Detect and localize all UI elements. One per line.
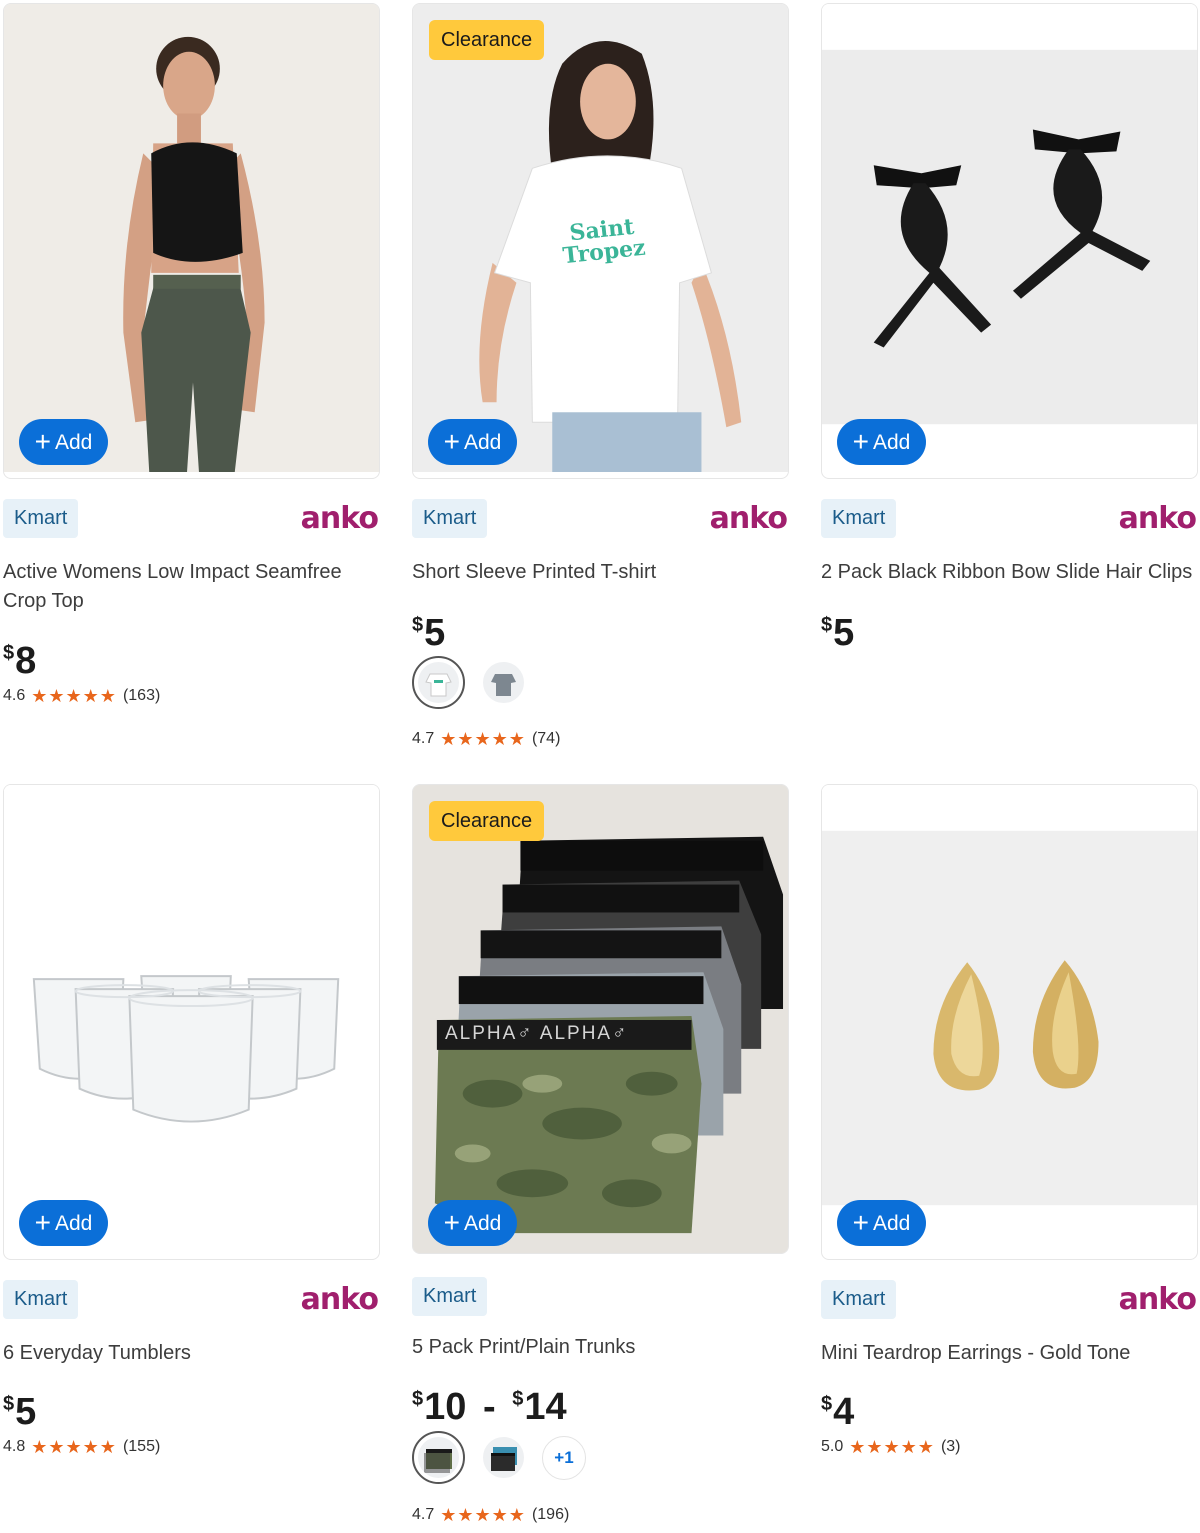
star-rating-icon: ★★★★★ [440,729,526,749]
product-title[interactable]: 5 Pack Print/Plain Trunks [412,1333,789,1362]
product-meta-row: Kmart [412,1277,789,1317]
brand-logo[interactable]: anko [1119,499,1197,539]
product-rating: 4.7 ★★★★★ (74) [412,729,561,749]
store-tag: Kmart [821,499,897,538]
product-rating: 4.6 ★★★★★ (163) [3,686,161,706]
brand-logo[interactable]: anko [301,1280,379,1320]
color-swatches: +1 [412,1430,586,1485]
product-image-container[interactable]: ALPHA♂ ALPHA♂ Clearance + Add [412,784,789,1254]
store-tag: Kmart [821,1280,897,1319]
brand-logo[interactable]: anko [1119,1280,1197,1320]
store-tag: Kmart [3,1280,79,1319]
glass-tumblers-image [4,785,379,1253]
product-image-container[interactable]: Saint Tropez Clearance + Add [412,3,789,479]
product-rating: 4.7 ★★★★★ (196) [412,1505,570,1525]
color-swatches [412,655,530,710]
plus-icon: + [34,426,51,457]
product-image-container[interactable]: + Add [3,784,380,1260]
plus-icon: + [852,1207,869,1238]
product-price: $4 [821,1391,855,1433]
product-card[interactable]: + Add Kmart anko Mini Teardrop Earrings -… [821,784,1198,1474]
plus-icon: + [34,1207,51,1238]
product-card[interactable]: + Add Kmart anko 2 Pack Black Ribbon Bow … [821,3,1198,663]
product-rating: 5.0 ★★★★★ (3) [821,1437,961,1457]
product-meta-row: Kmart anko [3,499,380,539]
add-to-cart-button[interactable]: + Add [837,1200,926,1246]
star-rating-icon: ★★★★★ [440,1505,526,1525]
star-rating-icon: ★★★★★ [849,1437,935,1457]
product-image-container[interactable]: + Add [821,784,1198,1260]
plus-icon: + [852,426,869,457]
store-tag: Kmart [3,499,79,538]
add-to-cart-button[interactable]: + Add [19,1200,108,1246]
brand-logo[interactable]: anko [710,499,788,539]
product-meta-row: Kmart anko [821,1280,1198,1320]
black-ribbon-bows-image [822,4,1197,472]
product-title[interactable]: Short Sleeve Printed T-shirt [412,558,789,587]
woman-in-activewear-image [4,4,379,472]
waistband-text: ALPHA♂ ALPHA♂ [445,1023,629,1044]
swatch-grey-tshirt[interactable] [477,656,530,709]
brand-logo[interactable]: anko [301,499,379,539]
store-tag: Kmart [412,1277,488,1316]
trunks-stack-image: ALPHA♂ ALPHA♂ [413,785,788,1253]
product-image-container[interactable]: + Add [3,3,380,479]
product-price: $5 [821,612,855,654]
star-rating-icon: ★★★★★ [31,1437,117,1457]
product-meta-row: Kmart anko [3,1280,380,1320]
swatch-camo-trunks[interactable] [412,1431,465,1484]
product-rating: 4.8 ★★★★★ (155) [3,1437,161,1457]
product-price: $8 [3,640,37,682]
product-price: $5 [3,1391,37,1433]
product-card[interactable]: ALPHA♂ ALPHA♂ Clearance + Add Kmart 5 Pac… [412,784,789,1529]
add-to-cart-button[interactable]: + Add [428,1200,517,1246]
plus-icon: + [443,426,460,457]
product-card[interactable]: + Add Kmart anko 6 Everyday Tumblers $5 4… [3,784,380,1474]
product-card[interactable]: + Add Kmart anko Active Womens Low Impact… [3,3,380,723]
star-rating-icon: ★★★★★ [31,686,117,706]
product-meta-row: Kmart anko [821,499,1198,539]
add-to-cart-button[interactable]: + Add [19,419,108,465]
store-tag: Kmart [412,499,488,538]
product-title[interactable]: 2 Pack Black Ribbon Bow Slide Hair Clips [821,558,1198,587]
more-swatches-button[interactable]: +1 [542,1435,586,1480]
product-title[interactable]: 6 Everyday Tumblers [3,1339,380,1368]
product-title[interactable]: Active Womens Low Impact Seamfree Crop T… [3,558,380,616]
product-price-range: $10 - $14 [412,1386,567,1428]
add-to-cart-button[interactable]: + Add [428,419,517,465]
tshirt-print-text: Saint Tropez [561,213,647,270]
product-image-container[interactable]: + Add [821,3,1198,479]
clearance-badge: Clearance [429,20,545,60]
clearance-badge: Clearance [429,801,545,841]
product-price: $5 [412,612,446,654]
woman-in-tshirt-image: Saint Tropez [413,4,788,472]
add-to-cart-button[interactable]: + Add [837,419,926,465]
product-meta-row: Kmart anko [412,499,789,539]
gold-earrings-image [822,785,1197,1253]
swatch-blue-trunks[interactable] [477,1431,530,1484]
product-title[interactable]: Mini Teardrop Earrings - Gold Tone [821,1339,1198,1368]
product-card[interactable]: Saint Tropez Clearance + Add Kmart anko S… [412,3,789,763]
swatch-white-tshirt[interactable] [412,656,465,709]
plus-icon: + [443,1207,460,1238]
